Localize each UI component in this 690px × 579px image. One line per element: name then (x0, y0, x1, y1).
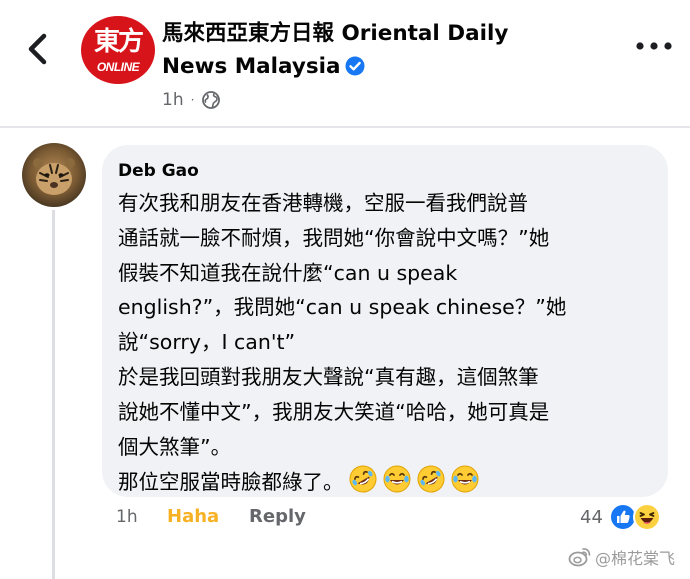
comment-text-line: 有次我和朋友在香港轉機，空服一看我們說普 (118, 191, 528, 215)
comment-text-line: 個大煞筆”。 (118, 434, 232, 459)
comment-text-line: 通話就一臉不耐煩，我問她“你會說中文嗎？”她 (118, 225, 550, 250)
tiger-avatar (22, 143, 86, 207)
reaction-count: 44 (580, 506, 603, 528)
logo-text-bottom: ONLINE (96, 60, 140, 74)
comment-bubble: Deb Gao 有次我和朋友在香港轉機，空服一看我們說普 通話就一臉不耐煩，我問… (102, 145, 668, 497)
comment-text-line: english?”，我問她“can u speak chinese？”她 (118, 295, 567, 320)
weibo-icon (568, 546, 592, 568)
comment-text-line: 假裝不知道我在說什麼“can u speak (118, 260, 458, 285)
rolling-on-floor-laughing-icon (416, 464, 446, 494)
comment-text-line: 那位空服當時臉都綠了。 (118, 470, 344, 495)
post-comment-view: 東方 ONLINE 馬來西亞東方日報 Oriental Daily News M… (0, 0, 690, 579)
logo-text-top: 東方 (93, 27, 144, 57)
commenter-avatar[interactable] (22, 143, 86, 207)
comment-time[interactable]: 1h (116, 507, 138, 527)
verified-badge-icon (345, 56, 365, 76)
reaction-summary[interactable]: 44 (580, 500, 661, 534)
more-options-icon (636, 42, 672, 50)
back-button[interactable] (22, 30, 56, 68)
post-time[interactable]: 1h (162, 90, 184, 110)
comment-text-line: 說她不懂中文”，我朋友大笑道“哈哈，她可真是 (118, 399, 550, 424)
header-divider (0, 126, 690, 128)
watermark-text: @棉花棠飞 (595, 549, 676, 568)
tears-of-joy-icon (450, 464, 480, 494)
page-logo-avatar[interactable]: 東方 ONLINE (81, 16, 155, 84)
weibo-watermark: @棉花棠飞 (568, 545, 675, 569)
haha-reaction-button[interactable]: Haha (167, 506, 219, 527)
haha-reaction-icon (632, 503, 661, 531)
comment-text-line: 於是我回頭對我朋友大聲說“真有趣，這個煞筆 (118, 364, 539, 389)
more-options-button[interactable] (634, 38, 674, 54)
page-name-text: 馬來西亞東方日報 Oriental Daily News Malaysia (162, 21, 509, 79)
comment-text-line: 說“sorry，I can't” (118, 330, 296, 355)
reply-button[interactable]: Reply (249, 506, 306, 527)
emoji-row (348, 464, 484, 494)
rolling-on-floor-laughing-icon (348, 464, 378, 494)
tears-of-joy-icon (382, 464, 412, 494)
page-name-link[interactable]: 馬來西亞東方日報 Oriental Daily News Malaysia (162, 17, 562, 83)
meta-separator: · (190, 93, 195, 107)
comment-last-line: 那位空服當時臉都綠了。 (118, 464, 654, 500)
thread-line (52, 210, 55, 579)
globe-icon (201, 90, 221, 110)
post-meta: 1h · (162, 90, 221, 110)
chevron-left-icon (28, 33, 47, 65)
comment-author[interactable]: Deb Gao (118, 160, 654, 182)
